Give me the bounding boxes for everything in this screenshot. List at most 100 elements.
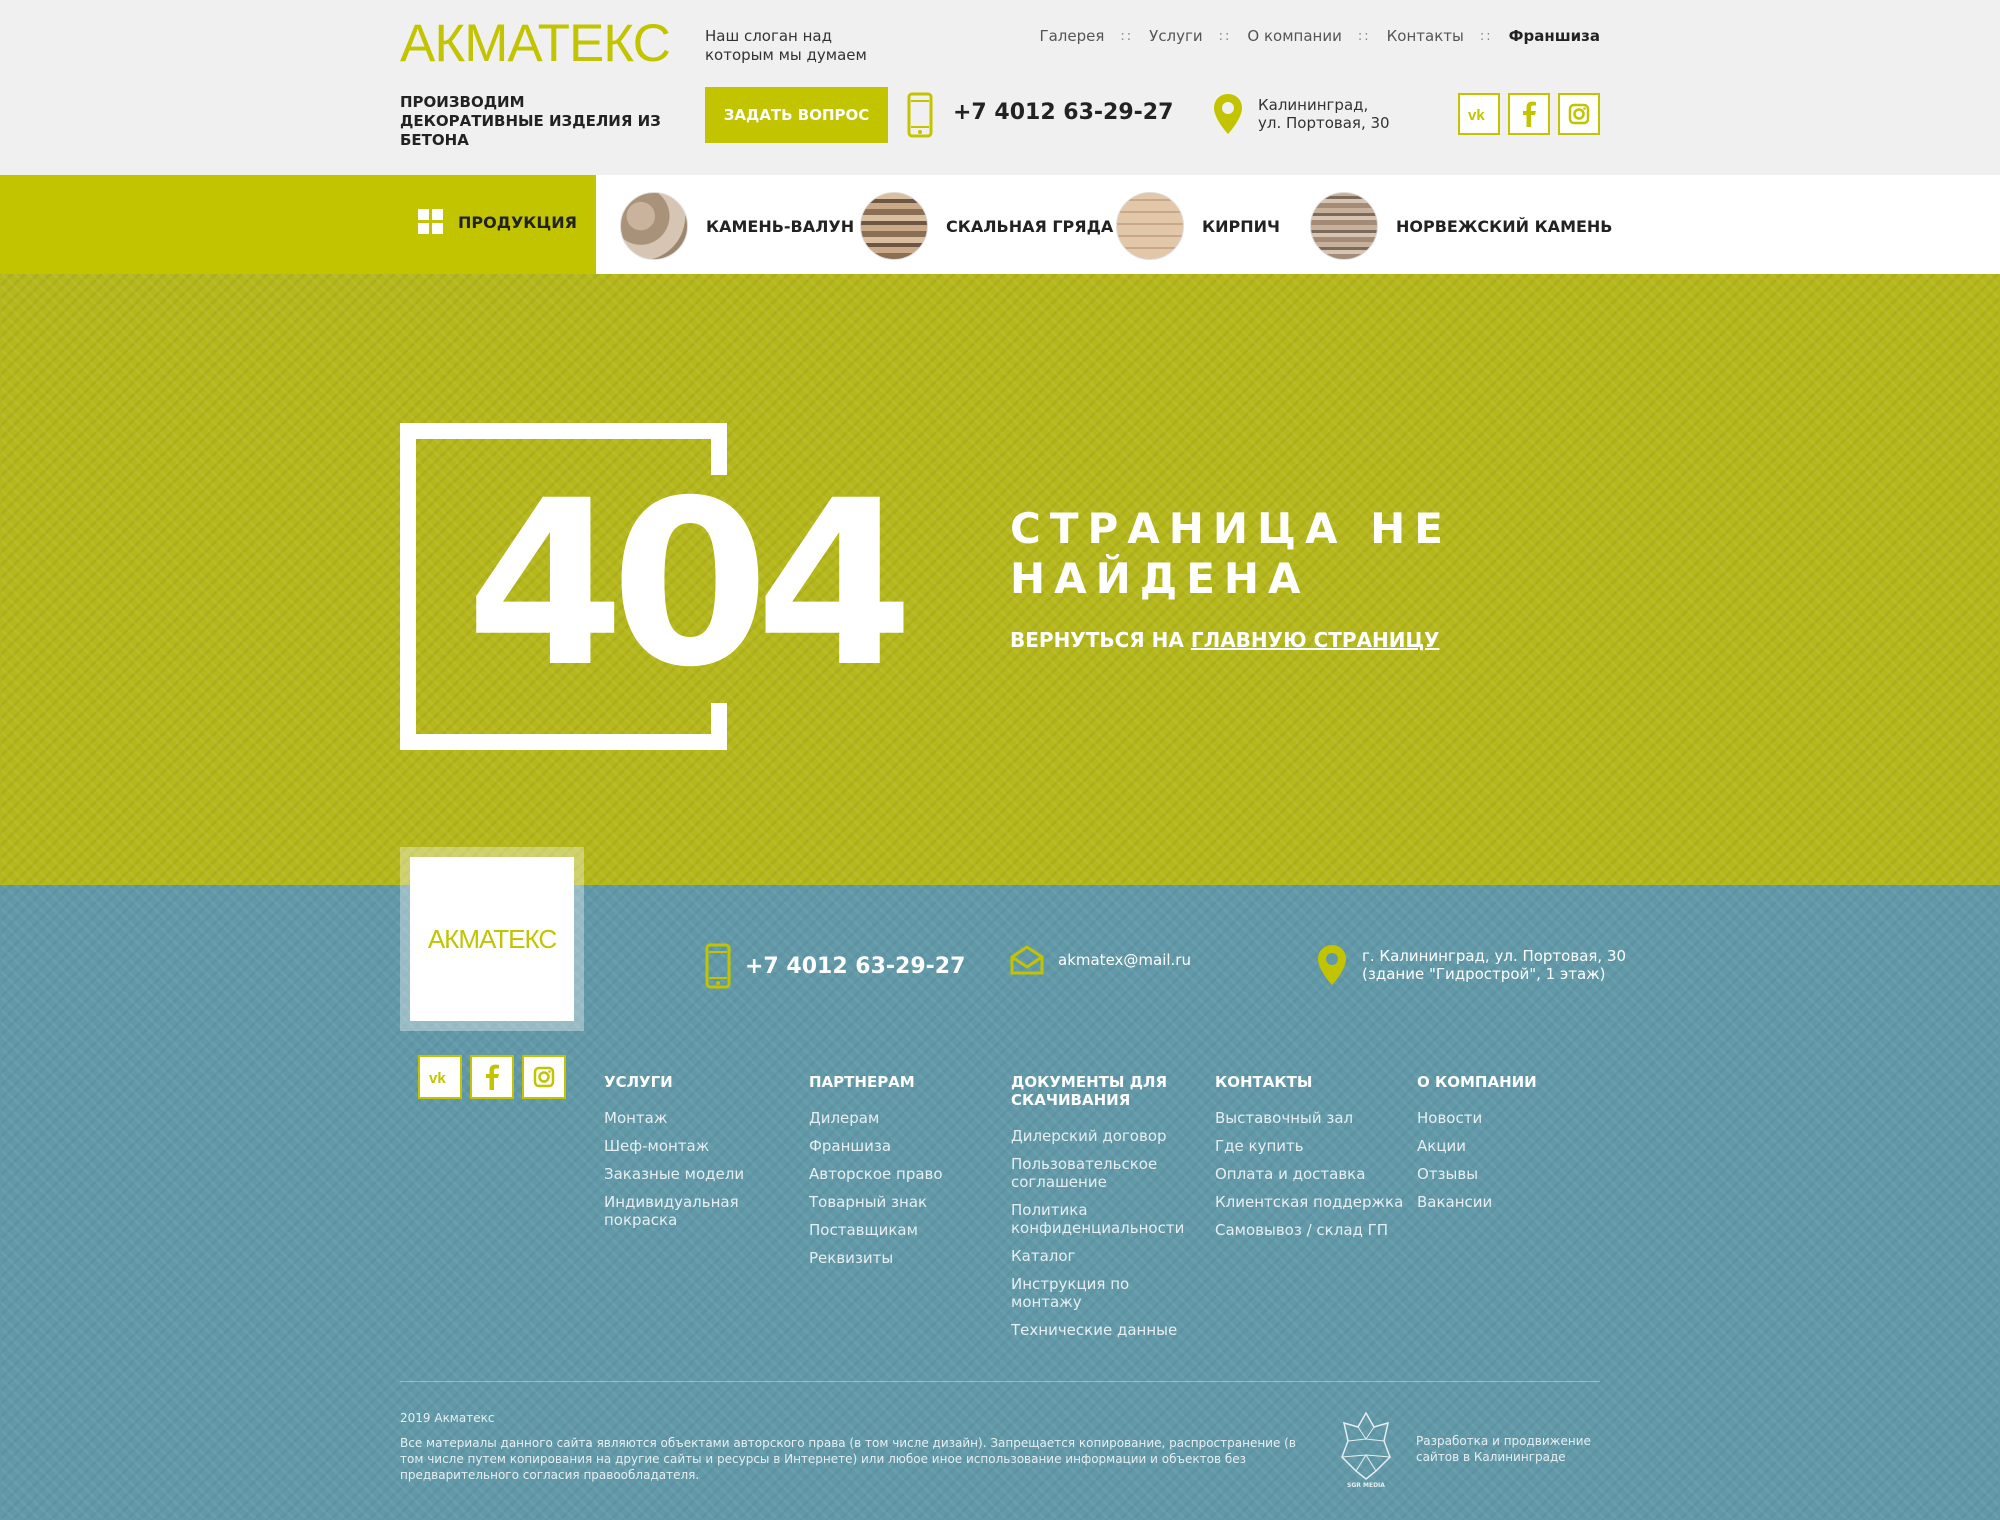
footer-link[interactable]: Индивидуальная покраска xyxy=(604,1193,774,1229)
products-nav: ПРОДУКЦИЯ КАМЕНЬ-ВАЛУН СКАЛЬНАЯ ГРЯДА КИ… xyxy=(0,175,2000,274)
footer-link[interactable]: Заказные модели xyxy=(604,1165,774,1183)
footer-link[interactable]: Технические данные xyxy=(1011,1321,1196,1339)
footer-link[interactable]: Авторское право xyxy=(809,1165,989,1183)
nav-contacts[interactable]: Контакты xyxy=(1387,27,1464,45)
nav-separator: :: xyxy=(1479,28,1493,44)
error-code: 404 xyxy=(466,451,914,717)
grid-icon xyxy=(418,209,444,235)
ask-question-button[interactable]: ЗАДАТЬ ВОПРОС xyxy=(705,87,888,143)
footer-link[interactable]: Поставщикам xyxy=(809,1221,989,1239)
nav-gallery[interactable]: Галерея xyxy=(1039,27,1104,45)
footer-address: г. Калининград, ул. Портовая, 30 (здание… xyxy=(1316,943,1626,987)
footer-logo[interactable]: АКМАТЕКС xyxy=(410,857,574,1021)
footer-email: akmatex@mail.ru xyxy=(1010,945,1191,975)
footer-link[interactable]: Акции xyxy=(1417,1137,1597,1155)
rock-ridge-thumbnail xyxy=(860,192,928,260)
product-label: НОРВЕЖСКИЙ КАМЕНЬ xyxy=(1396,216,1613,236)
footer-link[interactable]: Каталог xyxy=(1011,1247,1196,1265)
error-title-line: СТРАНИЦА НЕ xyxy=(1010,504,1452,553)
footer-link[interactable]: Где купить xyxy=(1215,1137,1405,1155)
footer-link[interactable]: Отзывы xyxy=(1417,1165,1597,1183)
footer-link[interactable]: Самовывоз / склад ГП xyxy=(1215,1221,1405,1239)
footer-link[interactable]: Новости xyxy=(1417,1109,1597,1127)
footer-link[interactable]: Шеф-монтаж xyxy=(604,1137,774,1155)
svg-text:vk: vk xyxy=(429,1070,446,1085)
footer-phone-number[interactable]: +7 4012 63-29-27 xyxy=(745,954,965,979)
site-logo[interactable]: АКМАТЕКС xyxy=(400,14,671,74)
footer-link[interactable]: Клиентская поддержка xyxy=(1215,1193,1405,1211)
products-menu-label: ПРОДУКЦИЯ xyxy=(458,212,577,232)
svg-text:vk: vk xyxy=(1468,107,1485,122)
instagram-icon[interactable] xyxy=(522,1055,566,1099)
footer-link[interactable]: Монтаж xyxy=(604,1109,774,1127)
footer-link[interactable]: Реквизиты xyxy=(809,1249,989,1267)
vk-icon[interactable]: vk xyxy=(1458,93,1500,135)
phone-icon xyxy=(907,92,933,142)
tagline-text: ПРОИЗВОДИМ ДЕКОРАТИВНЫЕ ИЗДЕЛИЯ ИЗ БЕТОН… xyxy=(400,93,661,149)
footer-column-company: О КОМПАНИИ Новости Акции Отзывы Вакансии xyxy=(1417,1073,1597,1221)
product-norwegian-stone[interactable]: НОРВЕЖСКИЙ КАМЕНЬ xyxy=(1310,192,1613,260)
footer-link[interactable]: Товарный знак xyxy=(809,1193,989,1211)
footer-column-partners: ПАРТНЕРАМ Дилерам Франшиза Авторское пра… xyxy=(809,1073,989,1277)
address-line: (здание "Гидрострой", 1 этаж) xyxy=(1362,965,1606,983)
back-home: ВЕРНУТЬСЯ НА ГЛАВНУЮ СТРАНИЦУ xyxy=(1010,628,1439,652)
facebook-icon[interactable] xyxy=(1508,93,1550,135)
nav-about[interactable]: О компании xyxy=(1247,27,1341,45)
dev-logo-text: SGR MEDIA xyxy=(1347,1482,1385,1489)
footer-divider xyxy=(400,1381,1600,1382)
footer-phone: +7 4012 63-29-27 xyxy=(705,943,965,989)
footer-email-address[interactable]: akmatex@mail.ru xyxy=(1058,951,1191,969)
header-phone[interactable]: +7 4012 63-29-27 xyxy=(953,100,1173,125)
footer-link[interactable]: Дилерам xyxy=(809,1109,989,1127)
product-rock-ridge[interactable]: СКАЛЬНАЯ ГРЯДА xyxy=(860,192,1113,260)
footer-link[interactable]: Политика конфиденциальности xyxy=(1011,1201,1196,1237)
rhino-logo-icon[interactable]: SGR MEDIA xyxy=(1336,1409,1396,1493)
footer-column-services: УСЛУГИ Монтаж Шеф-монтаж Заказные модели… xyxy=(604,1073,774,1239)
phone-icon xyxy=(705,943,731,989)
copyright-text: Все материалы данного сайта являются объ… xyxy=(400,1436,1296,1482)
header-address: Калининград, ул. Портовая, 30 xyxy=(1258,96,1390,132)
facebook-icon[interactable] xyxy=(470,1055,514,1099)
home-page-link[interactable]: ГЛАВНУЮ СТРАНИЦУ xyxy=(1191,628,1440,652)
footer-column-title: ПАРТНЕРАМ xyxy=(809,1073,915,1091)
boulder-stone-thumbnail xyxy=(620,192,688,260)
instagram-icon[interactable] xyxy=(1558,93,1600,135)
header-socials: vk xyxy=(1458,93,1600,135)
footer-column-title: О КОМПАНИИ xyxy=(1417,1073,1537,1091)
error-title: СТРАНИЦА НЕ НАЙДЕНА xyxy=(1010,504,1452,604)
footer-link[interactable]: Франшиза xyxy=(809,1137,989,1155)
footer-link[interactable]: Выставочный зал xyxy=(1215,1109,1405,1127)
error-title-line: НАЙДЕНА xyxy=(1010,554,1310,603)
footer-link[interactable]: Вакансии xyxy=(1417,1193,1597,1211)
footer-column-title: УСЛУГИ xyxy=(604,1073,673,1091)
footer-link[interactable]: Инструкция по монтажу xyxy=(1011,1275,1196,1311)
product-label: КИРПИЧ xyxy=(1202,216,1280,236)
footer-column-title: ДОКУМЕНТЫ ДЛЯ СКАЧИВАНИЯ xyxy=(1011,1073,1168,1109)
footer-link[interactable]: Дилерский договор xyxy=(1011,1127,1196,1145)
error-section: 404 СТРАНИЦА НЕ НАЙДЕНА ВЕРНУТЬСЯ НА ГЛА… xyxy=(0,274,2000,885)
developer-credit[interactable]: Разработка и продвижение сайтов в Калини… xyxy=(1416,1433,1606,1465)
footer-address-text: г. Калининград, ул. Портовая, 30 (здание… xyxy=(1362,947,1626,983)
nav-services[interactable]: Услуги xyxy=(1149,27,1202,45)
footer-link[interactable]: Оплата и доставка xyxy=(1215,1165,1405,1183)
nav-separator: :: xyxy=(1120,28,1134,44)
mail-icon xyxy=(1010,945,1044,975)
products-menu-button[interactable]: ПРОДУКЦИЯ xyxy=(418,209,577,235)
norwegian-stone-thumbnail xyxy=(1310,192,1378,260)
footer-logo-box: АКМАТЕКС xyxy=(400,847,584,1031)
tagline: ПРОИЗВОДИМ ДЕКОРАТИВНЫЕ ИЗДЕЛИЯ ИЗ БЕТОН… xyxy=(400,93,670,150)
brick-thumbnail xyxy=(1116,192,1184,260)
footer-link[interactable]: Пользовательское соглашение xyxy=(1011,1155,1196,1191)
footer: АКМАТЕКС +7 4012 63-29-27 akmatex@mail.r… xyxy=(0,847,2000,1520)
footer-column-documents: ДОКУМЕНТЫ ДЛЯ СКАЧИВАНИЯ Дилерский догов… xyxy=(1011,1073,1196,1349)
address-line: г. Калининград, ул. Портовая, 30 xyxy=(1362,947,1627,965)
footer-column-title: КОНТАКТЫ xyxy=(1215,1073,1313,1091)
product-label: КАМЕНЬ-ВАЛУН xyxy=(706,216,855,236)
product-boulder-stone[interactable]: КАМЕНЬ-ВАЛУН xyxy=(620,192,854,260)
product-brick[interactable]: КИРПИЧ xyxy=(1116,192,1280,260)
vk-icon[interactable]: vk xyxy=(418,1055,462,1099)
header: АКМАТЕКС Наш слоган над которым мы думае… xyxy=(0,0,2000,175)
back-home-prefix: ВЕРНУТЬСЯ НА xyxy=(1010,628,1184,652)
map-pin-icon xyxy=(1212,92,1244,140)
nav-franchise[interactable]: Франшиза xyxy=(1509,27,1600,45)
